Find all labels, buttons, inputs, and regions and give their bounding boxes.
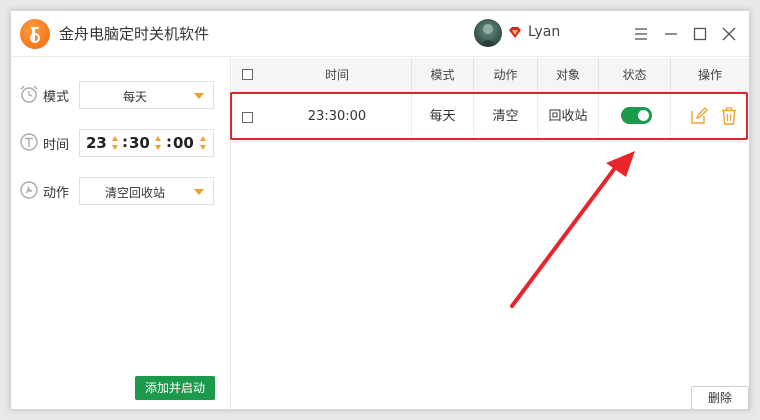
column-header-status: 状态 (599, 58, 671, 92)
action-select-value: 清空回收站 (104, 186, 165, 200)
app-title: 金舟电脑定时关机软件 (59, 25, 210, 43)
add-and-start-button[interactable]: 添加并启动 (135, 376, 215, 400)
dropdown-caret-icon (194, 93, 204, 99)
title-bar: 金舟电脑定时关机软件 Lyan (11, 11, 749, 57)
select-all-checkbox[interactable] (242, 69, 253, 80)
action-select[interactable]: 清空回收站 (79, 177, 214, 205)
delete-button[interactable]: 删除 (691, 386, 749, 409)
action-row: 动作 清空回收站 (19, 177, 224, 205)
column-header-action: 动作 (474, 58, 538, 92)
mode-select[interactable]: 每天 (79, 81, 214, 109)
column-header-actions: 操作 (697, 68, 722, 82)
mode-label: 模式 (43, 90, 70, 105)
action-label: 动作 (43, 186, 70, 201)
close-button[interactable] (716, 21, 742, 47)
select-all-cell (232, 58, 263, 92)
app-window: 金舟电脑定时关机软件 Lyan 模式 每天 时间 23: 30: 00 动作… (10, 10, 750, 410)
hour-spinner[interactable] (112, 134, 120, 154)
maximize-button[interactable] (687, 21, 713, 47)
minute-spinner[interactable] (155, 134, 163, 154)
time-input[interactable]: 23 : 30 : 00 (79, 129, 214, 157)
dropdown-caret-icon (194, 189, 204, 195)
hour-value[interactable]: 23 (86, 134, 107, 152)
time-separator: : (166, 133, 172, 151)
minimize-icon (665, 33, 677, 35)
minimize-button[interactable] (658, 21, 684, 47)
second-spinner[interactable] (200, 134, 208, 154)
mode-select-value: 每天 (122, 90, 147, 104)
alarm-clock-icon (20, 85, 38, 103)
close-icon (722, 27, 736, 41)
avatar[interactable] (474, 19, 502, 47)
column-header-time: 时间 (263, 58, 412, 92)
column-header-mode: 模式 (412, 58, 474, 92)
maximize-icon (693, 27, 707, 41)
minute-value[interactable]: 30 (129, 134, 150, 152)
row-highlight-annotation (230, 92, 748, 140)
vip-diamond-icon (509, 27, 521, 38)
timer-icon (20, 133, 38, 151)
username: Lyan (528, 24, 561, 40)
menu-icon (635, 28, 647, 40)
second-value[interactable]: 00 (173, 134, 194, 152)
column-header-target: 对象 (538, 58, 599, 92)
mode-row: 模式 每天 (19, 81, 224, 109)
time-separator: : (122, 133, 128, 151)
time-row: 时间 23 : 30 : 00 (19, 129, 224, 157)
app-logo-icon (20, 19, 50, 49)
menu-button[interactable] (628, 21, 654, 47)
wrench-icon (20, 181, 38, 199)
schedule-form-panel: 模式 每天 时间 23 : 30 : 00 动作 清空回收站 添加并启动 (11, 58, 231, 409)
time-label: 时间 (43, 138, 70, 153)
table-header: 时间 模式 动作 对象 状态 操作 (232, 58, 749, 92)
